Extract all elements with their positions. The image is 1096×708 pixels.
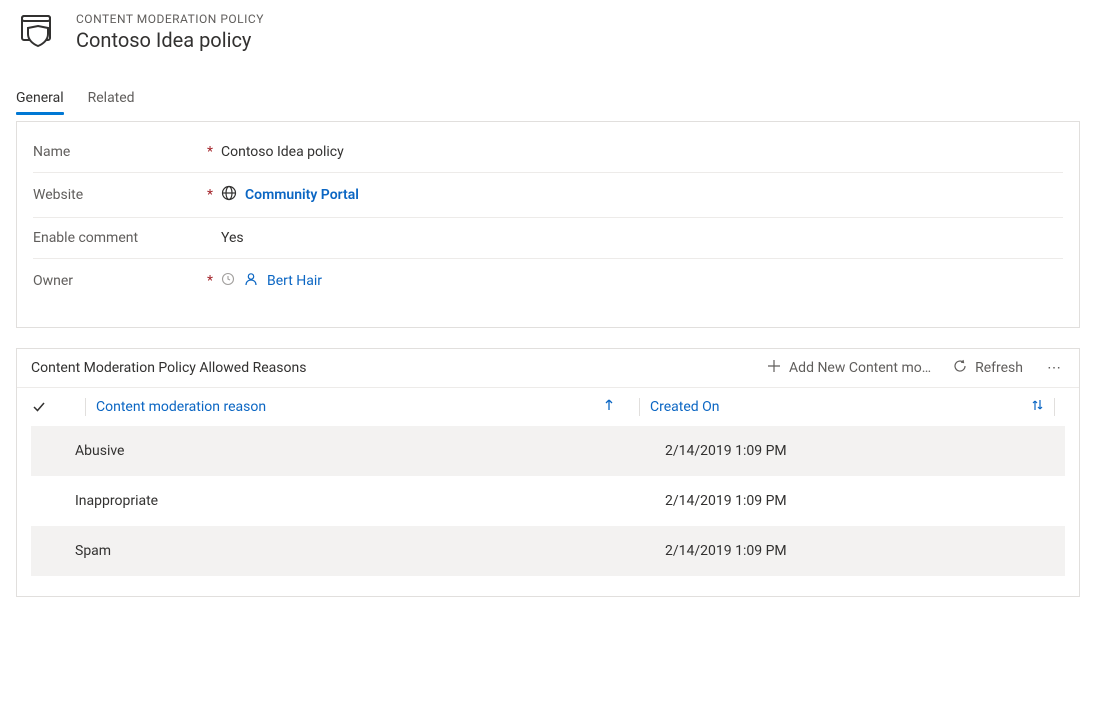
field-value-text: Yes <box>221 230 244 246</box>
label-text: Enable comment <box>33 230 138 246</box>
more-icon: ⋯ <box>1047 360 1063 376</box>
check-icon <box>31 399 47 415</box>
globe-icon <box>221 185 237 205</box>
field-label: Name <box>33 144 203 160</box>
field-row-enable-comment: Enable comment * Yes <box>33 218 1063 259</box>
field-row-name: Name * Contoso Idea policy <box>33 132 1063 173</box>
grid-column-headers: Content moderation reason Created On <box>17 388 1079 426</box>
plus-icon <box>767 359 781 377</box>
lookup-value[interactable]: Community Portal <box>245 187 359 203</box>
label-text: Owner <box>33 273 73 289</box>
grid-body: Abusive 2/14/2019 1:09 PM Inappropriate … <box>17 426 1079 596</box>
subgrid-header: Content Moderation Policy Allowed Reason… <box>17 349 1079 388</box>
required-indicator: * <box>203 273 217 289</box>
label-text: Website <box>33 187 83 203</box>
cell-reason: Spam <box>75 543 665 559</box>
name-field[interactable]: Contoso Idea policy <box>221 144 344 160</box>
more-commands-button[interactable]: ⋯ <box>1045 360 1065 376</box>
tab-related[interactable]: Related <box>88 84 135 114</box>
record-header: CONTENT MODERATION POLICY Contoso Idea p… <box>16 8 1080 56</box>
general-section: Name * Contoso Idea policy Website * <box>16 121 1080 328</box>
website-lookup[interactable]: Community Portal <box>221 185 359 205</box>
sort-both-icon <box>1030 398 1044 416</box>
cell-reason: Inappropriate <box>75 493 665 509</box>
allowed-reasons-subgrid: Content Moderation Policy Allowed Reason… <box>16 348 1080 597</box>
column-header-created-on[interactable]: Created On <box>650 398 1050 416</box>
subgrid-title: Content Moderation Policy Allowed Reason… <box>31 360 306 376</box>
table-row[interactable]: Abusive 2/14/2019 1:09 PM <box>31 426 1065 476</box>
field-label: Enable comment <box>33 230 203 246</box>
column-label: Created On <box>650 399 720 415</box>
table-row[interactable]: Inappropriate 2/14/2019 1:09 PM <box>31 476 1065 526</box>
field-row-website: Website * Community Portal <box>33 173 1063 218</box>
add-new-button[interactable]: Add New Content mo… <box>767 359 931 377</box>
column-label: Content moderation reason <box>96 399 266 415</box>
refresh-icon <box>953 359 967 377</box>
select-all-column[interactable] <box>31 399 75 415</box>
cell-created-on: 2/14/2019 1:09 PM <box>665 543 1065 559</box>
lookup-value[interactable]: Bert Hair <box>267 273 322 289</box>
subgrid-command-bar: Add New Content mo… Refresh ⋯ <box>767 359 1065 377</box>
field-label: Owner <box>33 273 203 289</box>
shield-browser-icon <box>16 8 60 56</box>
label-text: Name <box>33 144 70 160</box>
person-icon <box>243 271 259 291</box>
table-row[interactable]: Spam 2/14/2019 1:09 PM <box>31 526 1065 576</box>
cell-created-on: 2/14/2019 1:09 PM <box>665 443 1065 459</box>
cell-reason: Abusive <box>75 443 665 459</box>
refresh-button[interactable]: Refresh <box>953 359 1023 377</box>
sort-asc-icon <box>603 398 615 416</box>
form-tabs: General Related <box>16 84 1080 115</box>
required-indicator: * <box>203 144 217 160</box>
page-title: Contoso Idea policy <box>76 28 264 52</box>
field-label: Website <box>33 187 203 203</box>
field-row-owner: Owner * Bert Hair <box>33 259 1063 303</box>
button-label: Refresh <box>975 360 1023 376</box>
column-divider <box>1054 398 1055 416</box>
column-divider <box>85 398 86 416</box>
enable-comment-field[interactable]: Yes <box>221 230 244 246</box>
column-divider <box>639 398 640 416</box>
button-label: Add New Content mo… <box>789 360 931 376</box>
cell-created-on: 2/14/2019 1:09 PM <box>665 493 1065 509</box>
clock-icon <box>221 272 235 290</box>
required-indicator: * <box>203 187 217 203</box>
tab-general[interactable]: General <box>16 84 64 114</box>
entity-type-label: CONTENT MODERATION POLICY <box>76 12 264 26</box>
field-value-text: Contoso Idea policy <box>221 144 344 160</box>
owner-lookup[interactable]: Bert Hair <box>221 271 322 291</box>
column-header-reason[interactable]: Content moderation reason <box>96 398 629 416</box>
